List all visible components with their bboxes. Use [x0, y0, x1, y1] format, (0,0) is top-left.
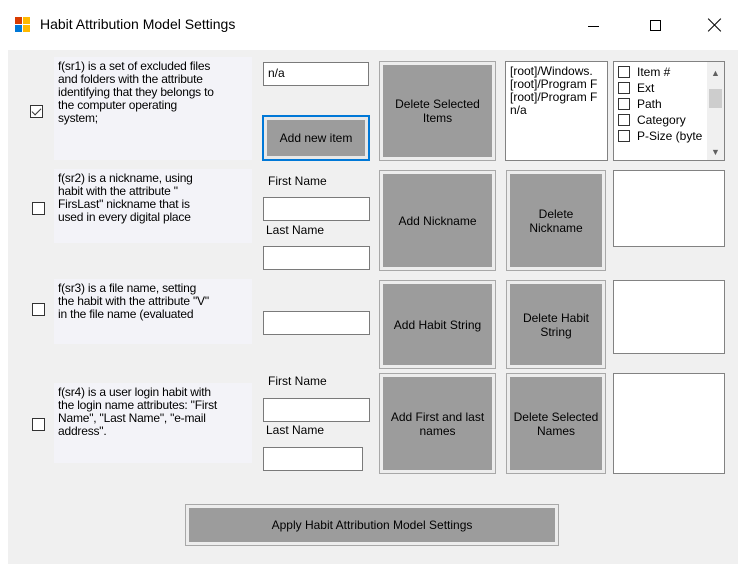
sr3-habit-string-input[interactable] — [263, 311, 370, 335]
list-item[interactable]: [root]/Program F — [510, 91, 603, 104]
sr4-description-line: address". — [58, 424, 107, 438]
add-new-item-button[interactable]: Add new item — [262, 115, 370, 161]
sr4-first-name-label: First Name — [268, 374, 327, 388]
maximize-icon — [649, 19, 661, 31]
column-label: Path — [637, 97, 662, 111]
checkbox[interactable] — [618, 98, 630, 110]
sr3-checkbox[interactable] — [32, 303, 45, 316]
sr2-last-name-label: Last Name — [266, 223, 325, 237]
minimize-button[interactable] — [570, 0, 616, 50]
sr4-checkbox[interactable] — [32, 418, 45, 431]
sr1-description: f(sr1) is a set of excluded files and fo… — [54, 57, 252, 160]
scroll-down-icon[interactable]: ▼ — [707, 143, 724, 160]
sr2-description: f(sr2) is a nickname, using habit with t… — [54, 169, 252, 243]
column-label: Category — [637, 113, 686, 127]
checkbox[interactable] — [618, 66, 630, 78]
sr1-checkbox[interactable] — [30, 105, 43, 118]
column-path[interactable]: Path — [618, 97, 662, 111]
delete-habit-string-button[interactable]: Delete Habit String — [506, 280, 606, 369]
columns-checked-list[interactable]: Item # Ext Path Category P-Size (byte ▲ … — [613, 61, 725, 161]
delete-selected-names-button[interactable]: Delete Selected Names — [506, 373, 606, 474]
close-button[interactable] — [692, 0, 738, 50]
sr4-first-name-input[interactable] — [263, 398, 370, 422]
add-nickname-button[interactable]: Add Nickname — [379, 170, 496, 271]
list-item[interactable]: [root]/Windows. — [510, 65, 603, 78]
column-item-number[interactable]: Item # — [618, 65, 670, 79]
column-label: Ext — [637, 81, 655, 95]
sr3-description: f(sr3) is a file name, setting the habit… — [54, 279, 252, 344]
habit-string-list[interactable] — [613, 280, 725, 354]
sr2-last-name-input[interactable] — [263, 246, 370, 270]
sr1-description-line: system; — [58, 111, 98, 125]
checkbox[interactable] — [618, 114, 630, 126]
sr2-first-name-label: First Name — [268, 174, 327, 188]
add-first-last-names-button[interactable]: Add First and last names — [379, 373, 496, 474]
list-item[interactable]: n/a — [510, 104, 603, 117]
nickname-list[interactable] — [613, 170, 725, 247]
column-category[interactable]: Category — [618, 113, 686, 127]
column-label: P-Size (byte — [637, 129, 703, 143]
list-item[interactable]: [root]/Program F — [510, 78, 603, 91]
names-list[interactable] — [613, 373, 725, 474]
sr1-input[interactable]: n/a — [263, 62, 369, 86]
column-p-size[interactable]: P-Size (byte — [618, 129, 702, 143]
scroll-up-icon[interactable]: ▲ — [707, 64, 724, 81]
title-bar: Habit Attribution Model Settings — [0, 0, 738, 50]
checkbox[interactable] — [618, 130, 630, 142]
form-icon — [15, 17, 31, 33]
checkbox[interactable] — [618, 82, 630, 94]
close-icon — [708, 18, 722, 32]
delete-selected-items-button[interactable]: Delete Selected Items — [379, 61, 496, 161]
sr2-first-name-input[interactable] — [263, 197, 370, 221]
add-habit-string-button[interactable]: Add Habit String — [379, 280, 496, 369]
sr4-last-name-label: Last Name — [266, 423, 325, 437]
apply-settings-button[interactable]: Apply Habit Attribution Model Settings — [185, 504, 559, 546]
sr2-checkbox[interactable] — [32, 202, 45, 215]
column-ext[interactable]: Ext — [618, 81, 654, 95]
scroll-thumb[interactable] — [709, 89, 722, 108]
excluded-items-list[interactable]: [root]/Windows. [root]/Program F [root]/… — [505, 61, 608, 161]
minimize-icon — [587, 25, 599, 27]
window-title: Habit Attribution Model Settings — [40, 16, 236, 32]
column-label: Item # — [637, 65, 671, 79]
sr4-email-input[interactable] — [263, 447, 363, 471]
delete-nickname-button[interactable]: Delete Nickname — [506, 170, 606, 271]
sr4-description: f(sr4) is a user login habit with the lo… — [54, 383, 252, 463]
sr3-description-line: in the file name (evaluated — [58, 307, 194, 321]
sr2-description-line: used in every digital place — [58, 210, 191, 224]
vertical-scrollbar[interactable]: ▲ ▼ — [707, 62, 724, 160]
maximize-button[interactable] — [632, 0, 678, 50]
